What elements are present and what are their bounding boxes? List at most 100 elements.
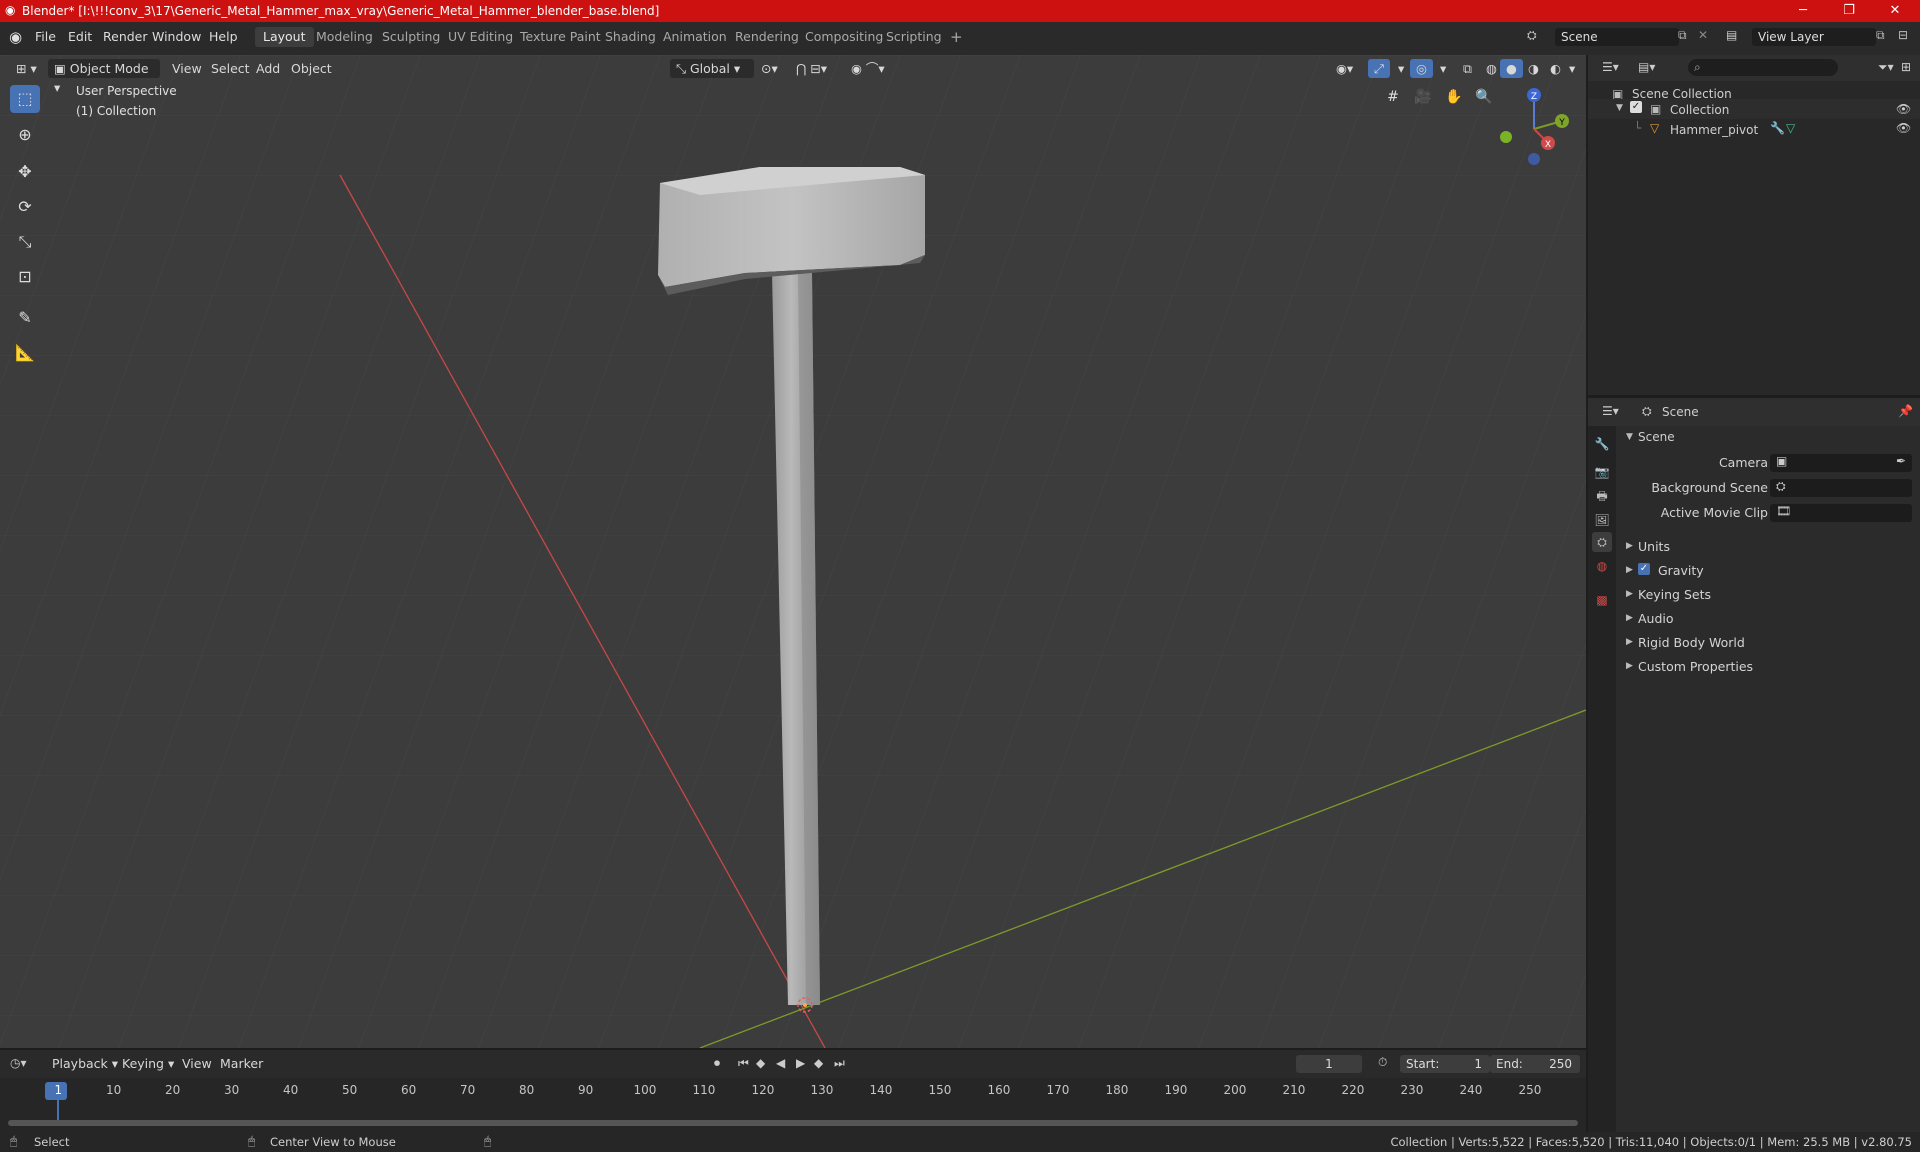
expand-rigid-body-icon[interactable]: ▶ <box>1626 637 1633 647</box>
gravity-section[interactable]: Gravity <box>1658 563 1704 578</box>
delete-scene-icon[interactable]: ✕ <box>1698 28 1708 42</box>
minimize-button[interactable]: ─ <box>1780 0 1826 22</box>
object-visibility-eye-icon[interactable]: 👁 <box>1896 121 1911 135</box>
menu-file[interactable]: File <box>35 29 56 44</box>
mesh-data-icon[interactable]: ▽ <box>1786 121 1795 135</box>
new-view-layer-icon[interactable]: ⧉ <box>1876 28 1885 43</box>
snap-icon[interactable]: ⋂ ⊟▾ <box>790 59 833 78</box>
menu-help[interactable]: Help <box>209 29 238 44</box>
transform-tool[interactable]: ⊡ <box>10 263 40 291</box>
output-tab-icon[interactable]: 🖶 <box>1592 486 1612 506</box>
shading-dropdown-icon[interactable]: ▾ <box>1563 59 1581 78</box>
overlay-toggle-icon[interactable]: ◎ <box>1410 59 1433 78</box>
window-title-bar: ◉ Blender* [I:\!!!conv_3\17\Generic_Meta… <box>0 0 1920 22</box>
menu-select[interactable]: Select <box>205 59 256 78</box>
expand-gravity-icon[interactable]: ▶ <box>1626 565 1633 575</box>
tab-layout[interactable]: Layout <box>255 27 314 47</box>
collection-visibility-eye-icon[interactable]: 👁 <box>1896 102 1911 116</box>
tab-rendering[interactable]: Rendering <box>727 27 807 47</box>
editor-type-icon[interactable]: ⊞ ▾ <box>10 59 43 78</box>
tab-scripting[interactable]: Scripting <box>878 27 950 47</box>
properties-editor-type-icon[interactable]: ☰▾ <box>1602 404 1619 418</box>
select-box-tool[interactable]: ⬚ <box>10 85 40 113</box>
outliner-editor-type-icon[interactable]: ☰▾ <box>1602 60 1619 74</box>
keying-sets-section[interactable]: Keying Sets <box>1638 587 1711 602</box>
expand-collection-icon[interactable]: ▼ <box>1616 103 1623 113</box>
material-shading-icon[interactable]: ◑ <box>1522 59 1545 78</box>
expand-keying-sets-icon[interactable]: ▶ <box>1626 589 1633 599</box>
collapse-scene-panel-icon[interactable]: ▼ <box>1626 432 1633 442</box>
expand-audio-icon[interactable]: ▶ <box>1626 613 1633 623</box>
menu-window[interactable]: Window <box>152 29 201 44</box>
outliner-search-input[interactable] <box>1688 59 1838 76</box>
modifier-wrench-icon[interactable]: 🔧 <box>1770 121 1785 135</box>
solid-shading-icon[interactable]: ● <box>1500 59 1523 78</box>
filter-icon[interactable]: ⏷▾ <box>1878 60 1894 75</box>
active-movie-clip-field[interactable] <box>1770 504 1912 522</box>
pin-icon[interactable]: 📌 <box>1898 404 1913 418</box>
custom-properties-section[interactable]: Custom Properties <box>1638 659 1753 674</box>
view-layer-tab-icon[interactable]: 🖼 <box>1592 510 1612 530</box>
pan-view-icon[interactable]: ✋ <box>1441 84 1467 110</box>
expand-units-icon[interactable]: ▶ <box>1626 541 1633 551</box>
xray-toggle-icon[interactable]: ⧉ <box>1457 59 1478 78</box>
blender-menu-icon[interactable]: ◉ <box>9 28 22 46</box>
menu-view[interactable]: View <box>166 59 208 78</box>
tab-animation[interactable]: Animation <box>655 27 735 47</box>
collection-label[interactable]: Collection <box>1670 103 1729 117</box>
scene-tab-icon[interactable]: ⛭ <box>1592 532 1612 552</box>
new-collection-icon[interactable]: ⊞ <box>1901 60 1911 74</box>
tab-texture-paint[interactable]: Texture Paint <box>512 27 609 47</box>
audio-section[interactable]: Audio <box>1638 611 1674 626</box>
menu-render[interactable]: Render <box>103 29 148 44</box>
menu-object[interactable]: Object <box>285 59 338 78</box>
texture-tab-icon[interactable]: ▩ <box>1592 590 1612 610</box>
close-button[interactable]: ✕ <box>1872 0 1918 22</box>
object-hammer-pivot-label[interactable]: Hammer_pivot <box>1670 123 1758 137</box>
collection-exclude-checkbox[interactable]: ✓ <box>1630 101 1642 113</box>
tab-modeling[interactable]: Modeling <box>308 27 381 47</box>
display-mode-icon[interactable]: ▤▾ <box>1638 60 1655 74</box>
gizmo-dropdown-icon[interactable]: ▾ <box>1392 59 1410 78</box>
menu-edit[interactable]: Edit <box>68 29 92 44</box>
gizmo-toggle-icon[interactable]: ⤢ <box>1368 59 1391 78</box>
world-tab-icon[interactable]: ◍ <box>1592 556 1612 576</box>
move-tool[interactable]: ✥ <box>10 158 40 186</box>
proportional-editing-icon[interactable]: ◉ ⌒▾ <box>845 59 891 78</box>
rigid-body-world-section[interactable]: Rigid Body World <box>1638 635 1745 650</box>
camera-field[interactable] <box>1770 454 1912 472</box>
new-scene-icon[interactable]: ⧉ <box>1678 28 1687 43</box>
rotate-tool[interactable]: ⟳ <box>10 193 40 221</box>
camera-view-icon[interactable]: 🎥 <box>1410 84 1436 110</box>
measure-tool[interactable]: 📐 <box>10 339 40 367</box>
units-section[interactable]: Units <box>1638 539 1670 554</box>
view-layer-selector[interactable]: View Layer <box>1752 28 1876 46</box>
visibility-icon[interactable]: ◉▾ <box>1330 59 1359 78</box>
scene-selector[interactable]: Scene <box>1555 28 1679 46</box>
tab-uv-editing[interactable]: UV Editing <box>440 27 521 47</box>
scale-tool[interactable]: ⤡ <box>10 228 40 256</box>
add-workspace-button[interactable]: + <box>942 27 971 47</box>
gravity-checkbox[interactable]: ✓ <box>1638 563 1650 575</box>
transform-orientation-selector[interactable]: ⤡ Global ▾ <box>670 59 754 78</box>
maximize-button[interactable]: ❐ <box>1826 0 1872 22</box>
pivot-point-icon[interactable]: ⊙▾ <box>755 59 784 78</box>
remove-view-layer-icon[interactable]: ⊟ <box>1898 28 1908 42</box>
3d-viewport[interactable]: ⊞ ▾ ▣ Object Mode ▾ View Select Add Obje… <box>0 55 1586 1048</box>
eyedropper-icon[interactable]: ✒ <box>1896 454 1906 468</box>
tab-shading[interactable]: Shading <box>597 27 664 47</box>
toggle-grid-view-icon[interactable]: # <box>1380 84 1406 110</box>
tab-sculpting[interactable]: Sculpting <box>374 27 448 47</box>
mode-selector[interactable]: ▣ Object Mode ▾ <box>48 59 160 95</box>
overlay-dropdown-icon[interactable]: ▾ <box>1434 59 1452 78</box>
annotate-tool[interactable]: ✎ <box>10 304 40 332</box>
timeline-scrollbar[interactable] <box>8 1120 1578 1126</box>
render-tab-icon[interactable]: 📷 <box>1592 462 1612 482</box>
navigation-gizmo[interactable]: Z Y X <box>1490 85 1570 165</box>
background-scene-field[interactable] <box>1770 479 1912 497</box>
expand-custom-properties-icon[interactable]: ▶ <box>1626 661 1633 671</box>
tool-tab-icon[interactable]: 🔧 <box>1592 434 1612 454</box>
scene-panel-title[interactable]: Scene <box>1638 430 1675 444</box>
menu-add[interactable]: Add <box>250 59 286 78</box>
cursor-tool[interactable]: ⊕ <box>10 121 40 149</box>
